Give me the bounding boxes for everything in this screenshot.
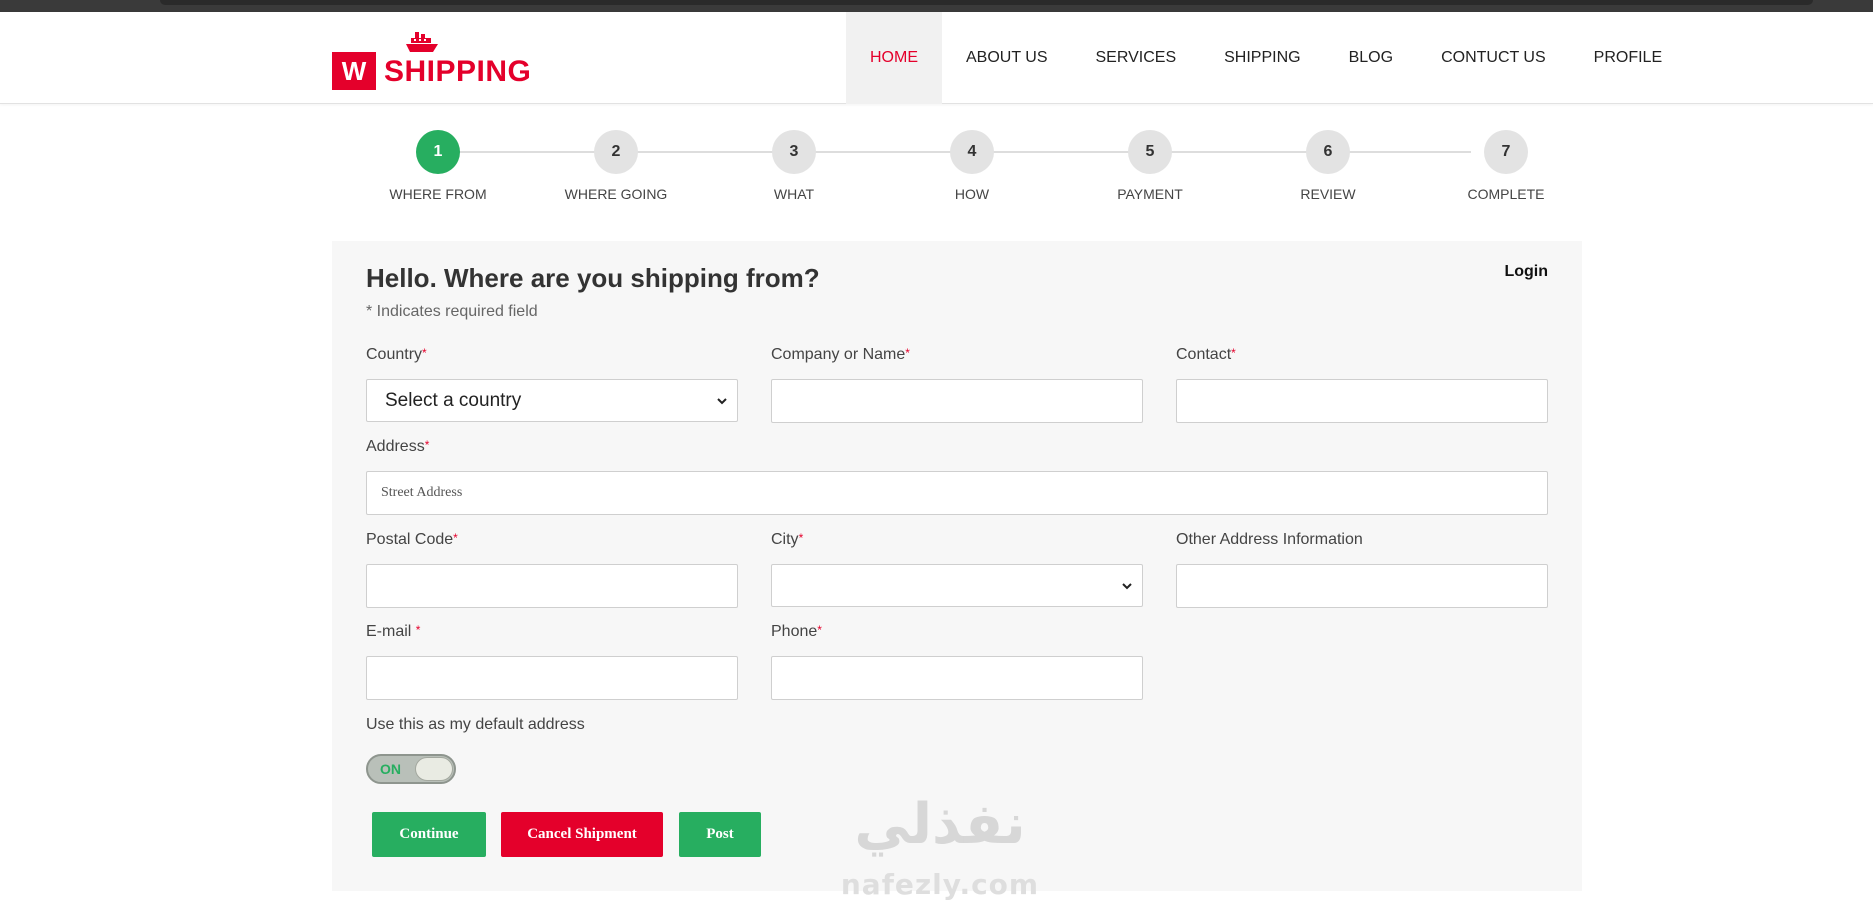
main-nav: HOME ABOUT US SERVICES SHIPPING BLOG CON… bbox=[846, 12, 1686, 104]
contact-label-text: Contact bbox=[1176, 346, 1232, 363]
required-mark: * bbox=[1231, 346, 1236, 360]
browser-top-strip bbox=[0, 0, 1873, 12]
address-label-text: Address bbox=[366, 438, 425, 455]
step-where-going[interactable]: 2 WHERE GOING bbox=[556, 130, 676, 202]
step-number: 2 bbox=[594, 130, 638, 174]
step-number: 6 bbox=[1306, 130, 1350, 174]
nav-blog[interactable]: BLOG bbox=[1325, 12, 1417, 104]
step-label: COMPLETE bbox=[1467, 186, 1545, 202]
step-label: WHAT bbox=[773, 186, 815, 202]
required-mark: * bbox=[453, 531, 458, 545]
step-where-from[interactable]: 1 WHERE FROM bbox=[378, 130, 498, 202]
brand-badge: W bbox=[332, 52, 376, 90]
step-label: REVIEW bbox=[1300, 186, 1356, 202]
step-what[interactable]: 3 WHAT bbox=[734, 130, 854, 202]
cancel-shipment-button[interactable]: Cancel Shipment bbox=[501, 812, 663, 857]
country-select-value: Select a country bbox=[385, 390, 522, 411]
toggle-on-text: ON bbox=[380, 761, 401, 777]
watermark-latin: nafezly.com bbox=[840, 868, 1040, 901]
phone-label-text: Phone bbox=[771, 623, 818, 640]
company-input[interactable] bbox=[771, 379, 1143, 423]
street-address-placeholder: Street Address bbox=[381, 485, 463, 500]
continue-button[interactable]: Continue bbox=[372, 812, 486, 857]
toggle-track: ON bbox=[366, 754, 456, 784]
country-label: Country* bbox=[366, 346, 427, 364]
site-header: W SHIPPING HOME ABOUT US SERVICES SHIPPI… bbox=[0, 12, 1873, 104]
watermark-arabic: نفذلي bbox=[854, 792, 1026, 857]
other-address-input[interactable] bbox=[1176, 564, 1548, 608]
nafezly-watermark: نفذلي nafezly.com bbox=[830, 792, 1050, 908]
required-mark: * bbox=[905, 346, 910, 360]
toggle-knob bbox=[415, 757, 453, 781]
email-label-text: E-mail bbox=[366, 623, 416, 640]
step-how[interactable]: 4 HOW bbox=[912, 130, 1032, 202]
step-number: 1 bbox=[416, 130, 460, 174]
phone-label: Phone* bbox=[771, 623, 822, 641]
step-label: WHERE GOING bbox=[564, 186, 668, 202]
step-label: PAYMENT bbox=[1117, 186, 1183, 202]
nav-shipping[interactable]: SHIPPING bbox=[1200, 12, 1324, 104]
form-title: Hello. Where are you shipping from? bbox=[366, 263, 820, 293]
postal-code-label: Postal Code* bbox=[366, 531, 458, 549]
city-label-text: City bbox=[771, 531, 799, 548]
required-mark: * bbox=[817, 623, 822, 637]
country-select[interactable]: Select a country bbox=[366, 379, 738, 422]
nav-contact-us[interactable]: CONTUCT US bbox=[1417, 12, 1570, 104]
step-number: 3 bbox=[772, 130, 816, 174]
city-select[interactable] bbox=[771, 564, 1143, 607]
step-review[interactable]: 6 REVIEW bbox=[1268, 130, 1388, 202]
step-number: 4 bbox=[950, 130, 994, 174]
nav-profile[interactable]: PROFILE bbox=[1570, 12, 1686, 104]
step-payment[interactable]: 5 PAYMENT bbox=[1090, 130, 1210, 202]
address-label: Address* bbox=[366, 438, 429, 456]
street-address-input[interactable]: Street Address bbox=[366, 471, 1548, 515]
default-address-label: Use this as my default address bbox=[366, 716, 585, 733]
login-link[interactable]: Login bbox=[1504, 263, 1548, 281]
required-mark: * bbox=[424, 438, 430, 452]
email-label: E-mail * bbox=[366, 623, 420, 641]
brand-name: SHIPPING bbox=[384, 55, 532, 88]
step-complete[interactable]: 7 COMPLETE bbox=[1446, 130, 1566, 202]
chevron-down-icon bbox=[717, 398, 727, 405]
step-label: WHERE FROM bbox=[389, 186, 487, 202]
required-mark: * bbox=[415, 623, 421, 637]
company-label-text: Company or Name bbox=[771, 346, 906, 363]
ship-icon bbox=[406, 32, 438, 52]
contact-input[interactable] bbox=[1176, 379, 1548, 423]
nav-home[interactable]: HOME bbox=[846, 12, 942, 104]
step-number: 5 bbox=[1128, 130, 1172, 174]
other-address-label: Other Address Information bbox=[1176, 531, 1363, 548]
nav-about-us[interactable]: ABOUT US bbox=[942, 12, 1072, 104]
chevron-down-icon bbox=[1122, 583, 1132, 590]
brand-logo[interactable]: W SHIPPING bbox=[332, 30, 532, 90]
country-label-text: Country bbox=[366, 346, 423, 363]
default-address-toggle[interactable]: ON bbox=[366, 754, 456, 784]
postal-code-input[interactable] bbox=[366, 564, 738, 608]
email-input[interactable] bbox=[366, 656, 738, 700]
step-label: HOW bbox=[954, 186, 990, 202]
city-label: City* bbox=[771, 531, 803, 549]
required-mark: * bbox=[798, 531, 804, 545]
required-mark: * bbox=[422, 346, 427, 360]
postal-code-label-text: Postal Code bbox=[366, 531, 454, 548]
progress-stepper: 1 WHERE FROM 2 WHERE GOING 3 WHAT 4 HOW … bbox=[376, 130, 1545, 205]
company-label: Company or Name* bbox=[771, 346, 910, 364]
phone-input[interactable] bbox=[771, 656, 1143, 700]
required-note: * Indicates required field bbox=[366, 303, 538, 320]
browser-top-strip-inner bbox=[160, 0, 1813, 5]
nav-services[interactable]: SERVICES bbox=[1072, 12, 1201, 104]
step-number: 7 bbox=[1484, 130, 1528, 174]
contact-label: Contact* bbox=[1176, 346, 1236, 364]
post-button[interactable]: Post bbox=[679, 812, 761, 857]
